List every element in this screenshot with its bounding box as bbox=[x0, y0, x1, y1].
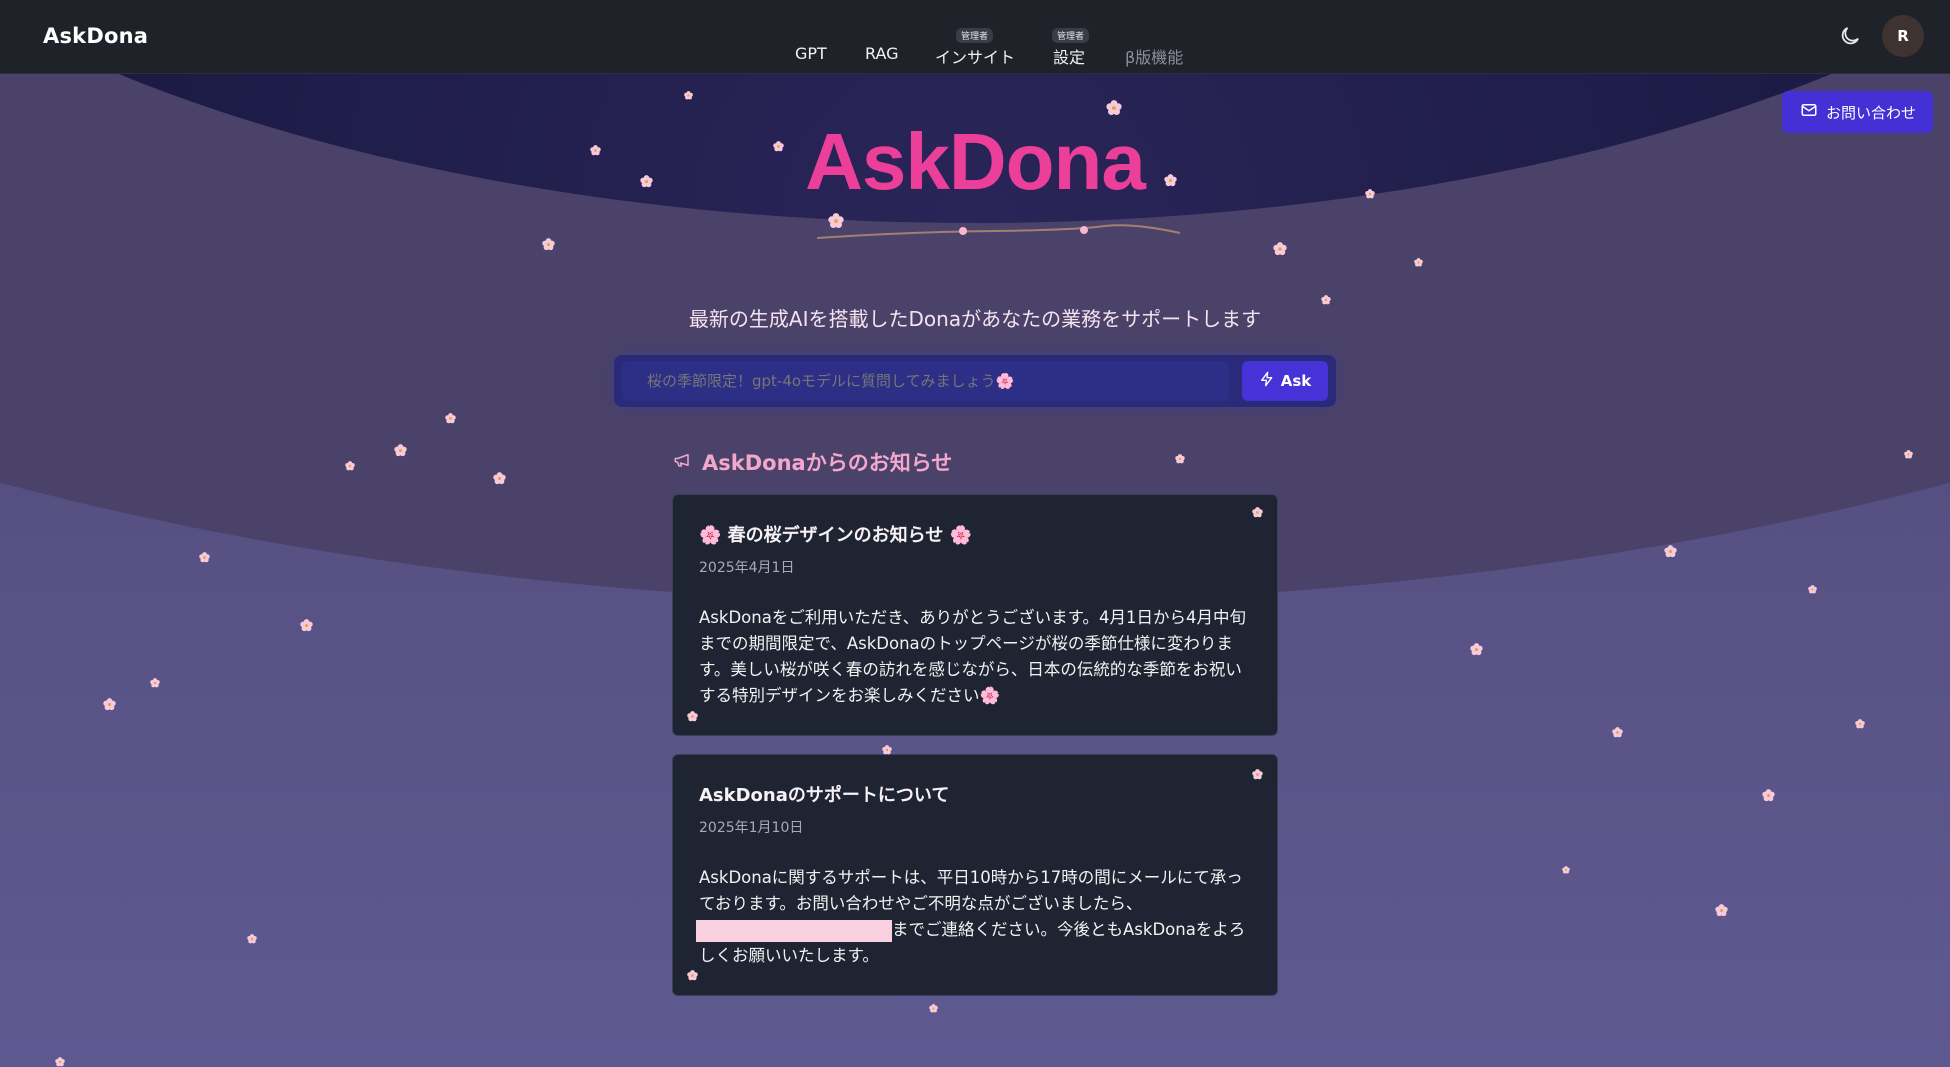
announcement-title: AskDonaのサポートについて bbox=[699, 785, 950, 806]
cherry-blossom-icon bbox=[686, 969, 698, 980]
cherry-blossom-icon bbox=[1761, 788, 1775, 801]
cherry-blossom-icon bbox=[1365, 189, 1375, 199]
cherry-blossom-icon bbox=[541, 237, 555, 250]
ask-button[interactable]: Ask bbox=[1242, 361, 1328, 401]
ask-button-label: Ask bbox=[1280, 372, 1312, 390]
cherry-blossom-icon bbox=[1611, 726, 1623, 737]
announcement-card: 🌸 春の桜デザインのお知らせ 🌸 2025年4月1日 AskDonaをご利用いた… bbox=[672, 494, 1278, 736]
cherry-blossom-icon bbox=[1714, 903, 1728, 916]
cherry-blossom-icon bbox=[1163, 173, 1177, 186]
announcement-card: AskDonaのサポートについて 2025年1月10日 AskDonaに関するサ… bbox=[672, 754, 1278, 996]
announcement-title: 🌸 春の桜デザインのお知らせ 🌸 bbox=[699, 525, 972, 546]
cherry-blossom-icon bbox=[1855, 719, 1865, 729]
announcement-date: 2025年4月1日 bbox=[699, 560, 795, 576]
announcement-date: 2025年1月10日 bbox=[699, 820, 804, 836]
cherry-branch-decoration bbox=[816, 224, 1181, 239]
cherry-blossom-icon bbox=[1903, 449, 1913, 458]
cherry-blossom-icon bbox=[1175, 454, 1185, 464]
cherry-blossom-icon bbox=[102, 697, 116, 710]
cherry-blossom-icon bbox=[1106, 100, 1122, 115]
cherry-blossom-icon bbox=[1807, 584, 1817, 593]
announcement-body-text: AskDonaに関するサポートは、平日10時から17時の間にメールにて承っており… bbox=[699, 868, 1243, 913]
admin-badge: 管理者 bbox=[956, 28, 994, 43]
nav-item-settings[interactable]: 設定 bbox=[1053, 44, 1085, 68]
cherry-blossom-icon bbox=[1663, 544, 1677, 557]
cherry-blossom-icon bbox=[683, 90, 693, 99]
cherry-blossom-icon bbox=[150, 678, 160, 688]
nav-item-insight[interactable]: インサイト bbox=[935, 44, 1015, 68]
top-nav: AskDona GPT RAG 管理者 インサイト 管理者 設定 β版機能 R bbox=[0, 0, 1950, 74]
brand-logo[interactable]: AskDona bbox=[43, 24, 148, 48]
announcement-body: AskDonaに関するサポートは、平日10時から17時の間にメールにて承っており… bbox=[696, 865, 1251, 969]
hero-title: AskDona bbox=[805, 117, 1146, 206]
cherry-blossom-icon bbox=[247, 934, 257, 944]
announcements-heading: AskDonaからのお知らせ bbox=[672, 447, 952, 477]
megaphone-icon bbox=[672, 450, 692, 474]
cherry-blossom-icon bbox=[1273, 242, 1287, 256]
cherry-blossom-icon bbox=[589, 144, 601, 155]
redacted-email bbox=[696, 919, 892, 942]
nav-item-rag[interactable]: RAG bbox=[865, 44, 899, 63]
cherry-blossom-icon bbox=[882, 745, 892, 755]
cherry-blossom-icon bbox=[1321, 295, 1331, 305]
cherry-blossom-icon bbox=[393, 443, 407, 456]
cherry-blossom-icon bbox=[345, 461, 355, 471]
cherry-blossom-icon bbox=[1413, 257, 1423, 266]
avatar[interactable]: R bbox=[1882, 15, 1924, 57]
mail-icon bbox=[1800, 101, 1818, 123]
lightning-icon bbox=[1259, 370, 1275, 392]
cherry-blossom-icon bbox=[686, 710, 698, 721]
announcements-heading-text: AskDonaからのお知らせ bbox=[702, 451, 953, 475]
cherry-blossom-icon bbox=[772, 140, 784, 151]
cherry-blossom-icon bbox=[444, 412, 456, 423]
cherry-blossom-icon bbox=[1251, 506, 1263, 517]
contact-button[interactable]: お問い合わせ bbox=[1782, 91, 1933, 133]
cherry-blossom-icon bbox=[299, 618, 313, 631]
contact-button-label: お問い合わせ bbox=[1826, 103, 1917, 122]
nav-item-beta-features[interactable]: β版機能 bbox=[1125, 44, 1183, 68]
admin-badge: 管理者 bbox=[1052, 28, 1090, 43]
ask-search-bar: Ask bbox=[614, 355, 1336, 407]
cherry-blossom-icon bbox=[492, 471, 506, 484]
cherry-blossom-icon bbox=[198, 551, 210, 562]
cherry-blossom-icon bbox=[1469, 642, 1483, 655]
cherry-blossom-icon bbox=[828, 213, 844, 228]
cherry-blossom-icon bbox=[1251, 768, 1263, 779]
announcement-body: AskDonaをご利用いただき、ありがとうございます。4月1日から4月中旬までの… bbox=[699, 608, 1246, 705]
nav-item-gpt[interactable]: GPT bbox=[795, 44, 827, 63]
moon-icon[interactable] bbox=[1838, 24, 1862, 48]
cherry-blossom-icon bbox=[928, 1003, 938, 1012]
cherry-blossom-icon bbox=[639, 174, 653, 187]
hero-subtitle: 最新の生成AIを搭載したDonaがあなたの業務をサポートします bbox=[688, 307, 1262, 331]
cherry-blossom-icon bbox=[1562, 866, 1570, 874]
question-input[interactable] bbox=[622, 361, 1229, 401]
